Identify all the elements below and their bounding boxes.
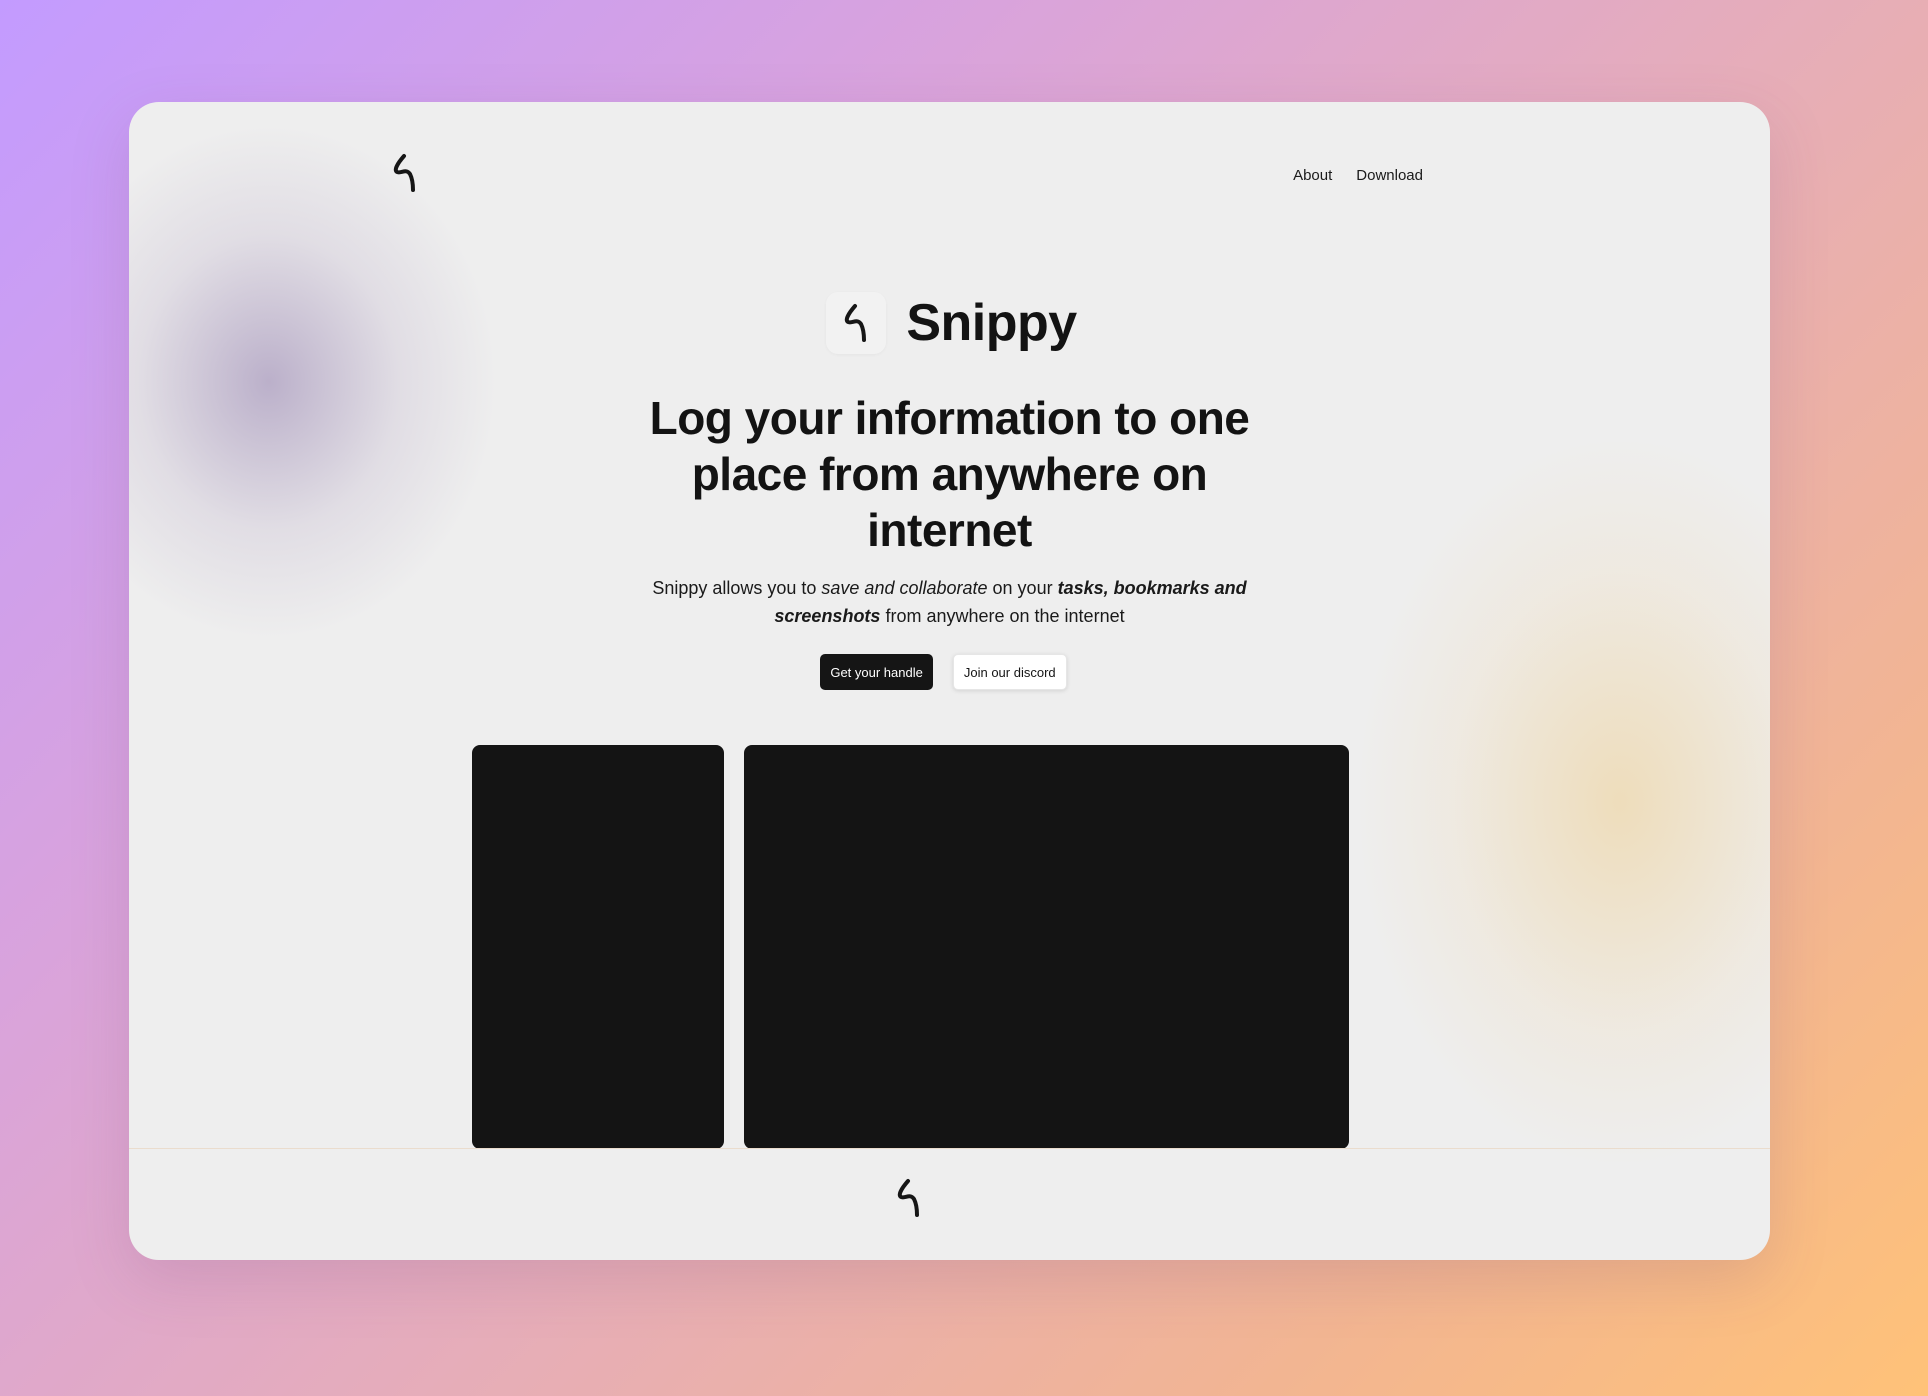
subtext-part: from anywhere on the internet [880,606,1125,626]
top-navigation: About Download [1281,163,1435,188]
background-blur-left [129,122,499,642]
snippy-logo-icon[interactable] [391,152,419,194]
snippy-logo-icon [826,292,887,354]
footer-divider [129,1148,1770,1149]
cta-group: Get your handle Join our discord [129,654,1764,690]
landing-page-card: About Download Snippy Log your informati… [129,102,1770,1260]
hero-headline: Log your information to one place from a… [649,392,1250,556]
subtext-part: Snippy allows you to [652,578,822,598]
background-blur-right [1360,442,1770,1162]
brand-header: Snippy [131,292,1770,354]
subtext-part: on your [987,578,1058,598]
nav-link-download[interactable]: Download [1344,163,1435,188]
get-handle-button[interactable]: Get your handle [820,654,933,690]
preview-panel-right [744,745,1349,1149]
hero-subtext: Snippy allows you to save and collaborat… [640,574,1260,630]
join-discord-button[interactable]: Join our discord [952,654,1067,690]
brand-name: Snippy [906,294,1077,352]
subtext-emphasis: save and collaborate [821,578,988,598]
snippy-logo-icon [895,1177,923,1219]
preview-panel-left [472,745,724,1149]
nav-link-about[interactable]: About [1281,163,1344,188]
